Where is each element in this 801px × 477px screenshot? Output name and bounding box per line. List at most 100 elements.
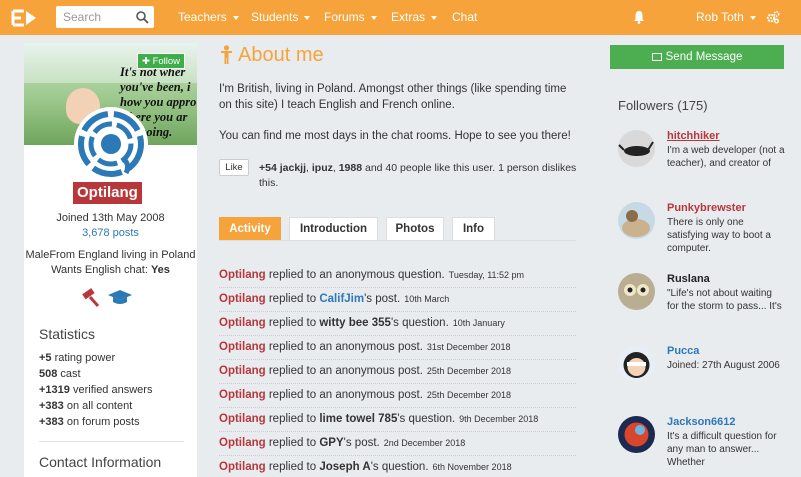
activity-target-link[interactable]: Joseph A [319,461,370,473]
joined-date: Joined 13th May 2008 [56,212,165,224]
tab-info[interactable]: Info [452,217,495,241]
stat-rating-power: +5 rating power [39,352,115,364]
activity-user-link[interactable]: Optilang [219,461,266,473]
activity-user-link[interactable]: Optilang [219,317,266,329]
notifications-bell-icon[interactable] [633,10,645,24]
tabs-underline [219,240,576,241]
chevron-down-icon [370,15,377,20]
tab-introduction[interactable]: Introduction [289,217,378,241]
activity-item: Optilang replied to an anonymous post. 31… [219,336,576,360]
wants-english-value: Yes [150,264,170,276]
nav-forums[interactable]: Forums [324,0,377,35]
follower-description: I'm a web developer (not a teacher), and… [667,145,785,169]
nav-students[interactable]: Students [251,0,311,35]
send-message-button[interactable]: Send Message [610,45,784,69]
activity-user-link[interactable]: Optilang [219,413,266,425]
activity-user-link[interactable]: Optilang [219,437,266,449]
activity-user-link[interactable]: Optilang [219,389,266,401]
activity-user-link[interactable]: Optilang [219,341,266,353]
activity-text[interactable]: replied to an anonymous post. [269,365,423,377]
chevron-down-icon [749,15,756,20]
follower-name-link[interactable]: Ruslana [667,273,710,285]
divider [39,441,184,442]
activity-item: Optilang replied to an anonymous questio… [219,264,576,288]
wants-english-label: Wants English chat: [51,264,148,276]
search-box[interactable] [56,6,154,28]
activity-text: replied to [268,413,317,425]
stat-label: on forum posts [66,416,140,428]
follower-avatar[interactable] [618,130,655,167]
nav-teachers[interactable]: Teachers [178,0,239,35]
about-paragraph: You can find me most days in the chat ro… [219,130,571,142]
activity-target-link[interactable]: GPY [319,437,343,449]
activity-text[interactable]: replied to an anonymous post. [269,389,423,401]
contact-info-heading: Contact Information [39,454,162,470]
statistics-heading: Statistics [39,326,96,342]
activity-item: Optilang replied to witty bee 355's ques… [219,312,576,336]
tab-photos[interactable]: Photos [386,217,444,241]
stat-label: cast [60,368,81,380]
activity-suffix[interactable]: 's question. [397,413,455,425]
follower-avatar[interactable] [618,202,655,239]
follower-name-link[interactable]: hitchhiker [667,130,720,142]
activity-item: Optilang replied to CalifJim's post. 10th… [219,288,576,312]
follower-avatar[interactable] [618,345,655,382]
activity-target-link[interactable]: witty bee 355 [319,317,391,329]
about-paragraph: I'm British, living in Poland. Amongst o… [219,83,567,111]
activity-suffix[interactable]: 's post. [344,437,380,449]
tab-activity[interactable]: Activity [219,217,281,241]
search-input[interactable] [56,6,132,28]
stat-all-content: +383 on all content [39,400,132,412]
like-user-link[interactable]: jackjj [280,162,306,174]
follower-name-link[interactable]: Jackson6612 [667,416,736,428]
stat-label: on all content [66,400,133,412]
activity-target-link[interactable]: lime towel 785 [319,413,397,425]
activity-suffix[interactable]: 's post. [364,293,400,305]
activity-suffix[interactable]: 's question. [391,317,449,329]
like-button[interactable]: Like [219,159,249,176]
activity-suffix[interactable]: 's question. [371,461,429,473]
activity-time: 2nd December 2018 [383,438,466,448]
follower-description: There is only one satisfying way to boot… [667,217,771,254]
follower-avatar[interactable] [618,416,655,453]
activity-time: Tuesday, 11:52 pm [448,270,525,280]
activity-time: 10th March [404,294,450,304]
follower-description: "Life's not about waiting for the storm … [667,288,782,312]
activity-user-link[interactable]: Optilang [219,365,266,377]
follow-button[interactable]: ✚ Follow [137,53,185,69]
user-menu-name: Rob Toth [696,10,744,24]
follower-avatar[interactable] [618,273,655,310]
profile-badges [82,288,132,307]
envelope-icon [651,53,662,61]
like-user-link[interactable]: ipuz [312,162,333,174]
send-message-label: Send Message [665,51,743,63]
activity-user-link[interactable]: Optilang [219,293,266,305]
posts-count-link[interactable]: 3,678 posts [24,227,197,239]
activity-item: Optilang replied to an anonymous post. 25… [219,384,576,408]
activity-user-link[interactable]: Optilang [219,269,266,281]
settings-cogs-icon[interactable] [766,10,780,24]
activity-target-link[interactable]: CalifJim [319,293,364,305]
profile-username: Optilang [73,182,142,204]
chevron-down-icon [232,15,239,20]
activity-text: replied to [268,437,317,449]
search-icon[interactable] [135,10,149,24]
user-menu[interactable]: Rob Toth [696,0,756,35]
stat-value: +1319 [39,384,70,396]
activity-item: Optilang replied to GPY's post. 2nd Decem… [219,432,576,456]
activity-text[interactable]: replied to an anonymous post. [269,341,423,353]
nav-chat[interactable]: Chat [452,0,477,35]
like-user-link[interactable]: 1988 [339,162,362,174]
follower-name-link[interactable]: Punkybrewster [667,202,746,214]
nav-extras-label: Extras [391,10,426,24]
follower-name-link[interactable]: Pucca [667,345,699,357]
activity-text[interactable]: replied to an anonymous question. [269,269,445,281]
stat-label: verified answers [72,384,153,396]
nav-extras[interactable]: Extras [391,0,438,35]
site-logo-icon[interactable] [10,8,40,28]
followers-heading: Followers (175) [618,98,708,113]
user-avatar[interactable] [74,107,148,181]
user-origin: MaleFrom England living in Poland [25,249,196,261]
activity-text: replied to [268,317,317,329]
activity-item: Optilang replied to lime towel 785's que… [219,408,576,432]
